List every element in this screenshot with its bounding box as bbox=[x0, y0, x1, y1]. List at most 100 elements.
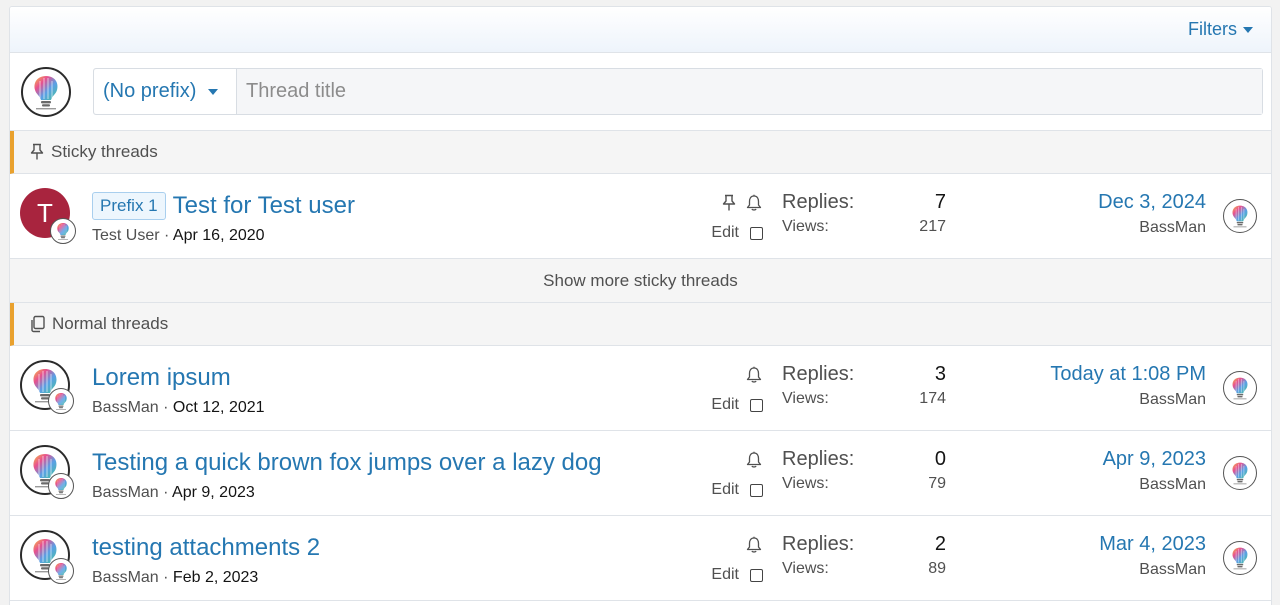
bell-icon[interactable] bbox=[745, 451, 763, 469]
views-count: 79 bbox=[928, 475, 946, 492]
last-poster-mini-avatar[interactable] bbox=[50, 218, 76, 244]
sticky-threads-label: Sticky threads bbox=[51, 142, 158, 161]
replies-count: 2 bbox=[934, 533, 946, 555]
thread-meta: BassMan · Oct 12, 2021 bbox=[92, 399, 265, 417]
latest-poster-name[interactable]: BassMan bbox=[1098, 219, 1206, 237]
latest-poster-avatar[interactable] bbox=[1223, 456, 1257, 490]
replies-label: Replies: bbox=[782, 448, 855, 470]
thread-edit-controls: Edit bbox=[690, 224, 763, 242]
current-user-avatar[interactable] bbox=[21, 66, 71, 117]
select-checkbox[interactable] bbox=[750, 226, 763, 240]
author-avatar[interactable] bbox=[20, 530, 74, 584]
thread-title-field bbox=[237, 69, 1262, 114]
thread-main: Prefix 1 Test for Test user Test User · … bbox=[92, 192, 355, 245]
latest-poster-avatar[interactable] bbox=[1223, 541, 1257, 575]
thread-title-link[interactable]: Testing a quick brown fox jumps over a l… bbox=[92, 449, 602, 477]
replies-label: Replies: bbox=[782, 363, 855, 385]
thread-prefix-label[interactable]: Prefix 1 bbox=[92, 192, 166, 220]
select-checkbox[interactable] bbox=[750, 398, 763, 412]
thread-meta: BassMan · Apr 9, 2023 bbox=[92, 484, 602, 502]
bulb-avatar-icon bbox=[26, 72, 66, 112]
thread-main: testing attachments 2 BassMan · Feb 2, 2… bbox=[92, 534, 320, 587]
thread-latest: Mar 4, 2023 BassMan bbox=[1099, 533, 1206, 579]
edit-link[interactable]: Edit bbox=[711, 481, 739, 499]
thread-status-icons bbox=[703, 194, 763, 212]
views-label: Views: bbox=[782, 218, 829, 235]
replies-count: 7 bbox=[934, 191, 946, 213]
last-poster-mini-avatar[interactable] bbox=[48, 558, 74, 584]
thread-stats: Replies: 7 Views: 217 bbox=[782, 191, 946, 236]
latest-poster-name[interactable]: BassMan bbox=[1099, 561, 1206, 579]
edit-link[interactable]: Edit bbox=[711, 224, 739, 242]
bulb-avatar-icon bbox=[1227, 203, 1253, 229]
thread-row: testing attachments 2 BassMan · Feb 2, 2… bbox=[10, 516, 1271, 601]
views-count: 217 bbox=[919, 218, 946, 235]
last-poster-mini-avatar[interactable] bbox=[48, 473, 74, 499]
thread-start-date[interactable]: Apr 9, 2023 bbox=[172, 484, 255, 501]
meta-separator: · bbox=[158, 569, 173, 586]
select-checkbox[interactable] bbox=[750, 483, 763, 497]
thread-stats: Replies: 2 Views: 89 bbox=[782, 533, 946, 578]
filters-label: Filters bbox=[1188, 19, 1237, 39]
latest-post-date[interactable]: Apr 9, 2023 bbox=[1103, 448, 1206, 471]
latest-post-date[interactable]: Mar 4, 2023 bbox=[1099, 533, 1206, 556]
thread-list-block: Filters (No prefix) Sticky threads T bbox=[9, 6, 1272, 605]
bulb-avatar-icon bbox=[1227, 545, 1253, 571]
bulb-avatar-icon bbox=[1227, 460, 1253, 486]
show-more-sticky-button[interactable]: Show more sticky threads bbox=[10, 259, 1271, 303]
thread-title-link[interactable]: testing attachments 2 bbox=[92, 534, 320, 562]
replies-count: 3 bbox=[934, 363, 946, 385]
thread-start-date[interactable]: Feb 2, 2023 bbox=[173, 569, 258, 586]
meta-separator: · bbox=[158, 399, 173, 416]
bulb-avatar-icon bbox=[1227, 375, 1253, 401]
author-avatar[interactable]: T bbox=[20, 188, 76, 244]
thread-author-link[interactable]: BassMan bbox=[92, 399, 159, 416]
prefix-select[interactable]: (No prefix) bbox=[94, 69, 237, 114]
thread-title-input[interactable] bbox=[246, 80, 1262, 103]
thread-stats: Replies: 0 Views: 79 bbox=[782, 448, 946, 493]
bulb-avatar-icon bbox=[51, 476, 71, 496]
thread-main: Testing a quick brown fox jumps over a l… bbox=[92, 449, 602, 502]
thread-status-icons bbox=[703, 536, 763, 554]
thread-latest: Dec 3, 2024 BassMan bbox=[1098, 191, 1206, 237]
bell-icon[interactable] bbox=[745, 366, 763, 384]
thread-edit-controls: Edit bbox=[690, 396, 763, 414]
latest-poster-avatar[interactable] bbox=[1223, 371, 1257, 405]
thread-meta: BassMan · Feb 2, 2023 bbox=[92, 569, 320, 587]
pin-icon bbox=[722, 194, 736, 211]
author-avatar[interactable] bbox=[20, 445, 74, 499]
bell-icon[interactable] bbox=[745, 536, 763, 554]
thread-stats: Replies: 3 Views: 174 bbox=[782, 363, 946, 408]
thread-title-link[interactable]: Test for Test user bbox=[173, 192, 355, 220]
edit-link[interactable]: Edit bbox=[711, 396, 739, 414]
bell-icon[interactable] bbox=[745, 194, 763, 212]
replies-count: 0 bbox=[934, 448, 946, 470]
bulb-avatar-icon bbox=[51, 561, 71, 581]
latest-poster-name[interactable]: BassMan bbox=[1103, 476, 1206, 494]
edit-link[interactable]: Edit bbox=[711, 566, 739, 584]
filter-bar: Filters bbox=[10, 7, 1271, 53]
latest-poster-avatar[interactable] bbox=[1223, 199, 1257, 233]
views-count: 174 bbox=[919, 390, 946, 407]
thread-title-link[interactable]: Lorem ipsum bbox=[92, 364, 231, 392]
replies-label: Replies: bbox=[782, 191, 855, 213]
thread-author-link[interactable]: BassMan bbox=[92, 484, 159, 501]
latest-poster-name[interactable]: BassMan bbox=[1050, 391, 1206, 409]
thread-author-link[interactable]: BassMan bbox=[92, 569, 159, 586]
select-checkbox[interactable] bbox=[750, 568, 763, 582]
meta-separator: · bbox=[159, 227, 173, 244]
thread-start-date[interactable]: Apr 16, 2020 bbox=[173, 227, 265, 244]
views-label: Views: bbox=[782, 390, 829, 407]
bulb-avatar-icon bbox=[53, 221, 73, 241]
sticky-threads-header: Sticky threads bbox=[10, 131, 1271, 174]
latest-post-date[interactable]: Dec 3, 2024 bbox=[1098, 191, 1206, 214]
thread-author-link[interactable]: Test User bbox=[92, 227, 160, 244]
filters-menu-button[interactable]: Filters bbox=[1188, 19, 1253, 40]
author-avatar[interactable] bbox=[20, 360, 74, 414]
thread-status-icons bbox=[703, 366, 763, 384]
normal-threads-header: Normal threads bbox=[10, 303, 1271, 346]
latest-post-date[interactable]: Today at 1:08 PM bbox=[1050, 363, 1206, 386]
thread-start-date[interactable]: Oct 12, 2021 bbox=[173, 399, 265, 416]
caret-down-icon bbox=[1243, 26, 1253, 33]
last-poster-mini-avatar[interactable] bbox=[48, 388, 74, 414]
